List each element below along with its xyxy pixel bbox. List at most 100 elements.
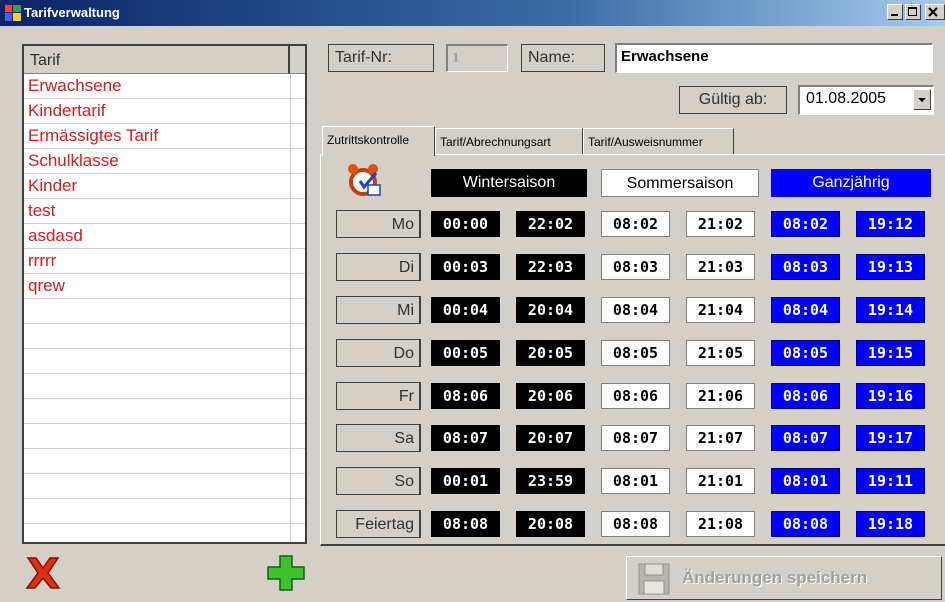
list-item[interactable]: Schulklasse (24, 149, 305, 174)
time-field-winter-from[interactable]: 08:06 (431, 383, 500, 409)
day-label: Mo (336, 210, 421, 238)
close-button[interactable] (925, 4, 945, 20)
time-field-summer-to[interactable]: 21:08 (686, 511, 755, 537)
tarif-nr-label: Tarif-Nr: (328, 44, 434, 72)
list-item-empty[interactable] (24, 499, 305, 524)
list-item[interactable]: Erwachsene (24, 74, 305, 99)
time-field-summer-to[interactable]: 21:04 (686, 297, 755, 323)
time-field-all-year-from[interactable]: 08:05 (771, 340, 840, 366)
time-field-all-year-from[interactable]: 08:08 (771, 511, 840, 537)
list-item-empty[interactable] (24, 399, 305, 424)
day-label: Sa (336, 424, 421, 452)
list-item-empty[interactable] (24, 374, 305, 399)
tab-tarif-ausweisnummer[interactable]: Tarif/Ausweisnummer (583, 128, 734, 154)
time-field-summer-to[interactable]: 21:03 (686, 254, 755, 280)
chevron-down-icon (918, 98, 926, 102)
time-field-all-year-from[interactable]: 08:01 (771, 468, 840, 494)
time-field-all-year-from[interactable]: 08:02 (771, 211, 840, 237)
tab-zutrittskontrolle[interactable]: Zutrittskontrolle (322, 126, 435, 156)
time-field-summer-from[interactable]: 08:02 (601, 211, 670, 237)
time-field-winter-to[interactable]: 20:07 (516, 425, 585, 451)
list-item-empty[interactable] (24, 474, 305, 499)
day-label: Mi (336, 296, 421, 324)
time-field-winter-from[interactable]: 00:04 (431, 297, 500, 323)
time-field-winter-from[interactable]: 08:07 (431, 425, 500, 451)
tarif-nr-field: 1 (446, 44, 508, 72)
time-field-summer-from[interactable]: 08:03 (601, 254, 670, 280)
window-title: Tarifverwaltung (24, 5, 120, 20)
list-item-empty[interactable] (24, 424, 305, 449)
time-field-summer-from[interactable]: 08:08 (601, 511, 670, 537)
maximize-button[interactable] (905, 4, 921, 20)
list-item-empty[interactable] (24, 299, 305, 324)
time-field-summer-from[interactable]: 08:04 (601, 297, 670, 323)
add-tarif-button[interactable] (265, 554, 307, 592)
app-icon (5, 5, 21, 21)
time-field-winter-from[interactable]: 00:00 (431, 211, 500, 237)
time-field-all-year-to[interactable]: 19:16 (856, 383, 925, 409)
time-field-summer-to[interactable]: 21:01 (686, 468, 755, 494)
gueltig-ab-label: Gültig ab: (679, 86, 787, 114)
time-field-winter-from[interactable]: 00:01 (431, 468, 500, 494)
list-column-divider (290, 74, 291, 542)
time-field-all-year-to[interactable]: 19:12 (856, 211, 925, 237)
time-field-winter-to[interactable]: 23:59 (516, 468, 585, 494)
tab-tarif-abrechnungsart[interactable]: Tarif/Abrechnungsart (435, 128, 583, 154)
list-item-empty[interactable] (24, 324, 305, 349)
close-icon (928, 7, 938, 17)
list-header-filler (290, 46, 305, 74)
time-field-winter-to[interactable]: 22:02 (516, 211, 585, 237)
date-dropdown-button[interactable] (913, 89, 931, 110)
time-field-summer-to[interactable]: 21:02 (686, 211, 755, 237)
time-field-summer-to[interactable]: 21:07 (686, 425, 755, 451)
time-field-summer-to[interactable]: 21:06 (686, 383, 755, 409)
time-field-summer-to[interactable]: 21:05 (686, 340, 755, 366)
time-field-winter-to[interactable]: 20:04 (516, 297, 585, 323)
time-field-winter-from[interactable]: 08:08 (431, 511, 500, 537)
time-field-all-year-from[interactable]: 08:03 (771, 254, 840, 280)
name-label: Name: (521, 44, 605, 72)
title-bar: Tarifverwaltung (0, 0, 945, 26)
time-field-all-year-from[interactable]: 08:07 (771, 425, 840, 451)
time-field-all-year-to[interactable]: 19:15 (856, 340, 925, 366)
minimize-button[interactable] (887, 4, 903, 20)
name-field[interactable]: Erwachsene (615, 43, 933, 73)
maximize-icon (908, 7, 917, 16)
list-item[interactable]: Kinder (24, 174, 305, 199)
list-item-empty[interactable] (24, 349, 305, 374)
time-field-winter-to[interactable]: 20:08 (516, 511, 585, 537)
time-field-all-year-to[interactable]: 19:18 (856, 511, 925, 537)
save-changes-button[interactable]: Änderungen speichern (626, 556, 942, 600)
time-field-all-year-from[interactable]: 08:06 (771, 383, 840, 409)
day-label: So (336, 467, 421, 495)
time-field-all-year-to[interactable]: 19:11 (856, 468, 925, 494)
time-field-winter-to[interactable]: 20:05 (516, 340, 585, 366)
floppy-disk-icon (638, 563, 670, 595)
delete-tarif-button[interactable] (22, 554, 64, 592)
time-field-all-year-to[interactable]: 19:14 (856, 297, 925, 323)
time-field-summer-from[interactable]: 08:06 (601, 383, 670, 409)
time-field-all-year-to[interactable]: 19:13 (856, 254, 925, 280)
list-item[interactable]: qrew (24, 274, 305, 299)
time-field-summer-from[interactable]: 08:05 (601, 340, 670, 366)
season-header-winter: Wintersaison (431, 169, 587, 197)
list-item[interactable]: test (24, 199, 305, 224)
list-item[interactable]: Ermässigtes Tarif (24, 124, 305, 149)
list-item[interactable]: asdasd (24, 224, 305, 249)
time-field-winter-from[interactable]: 00:03 (431, 254, 500, 280)
time-field-winter-to[interactable]: 20:06 (516, 383, 585, 409)
time-field-summer-from[interactable]: 08:07 (601, 425, 670, 451)
time-field-all-year-from[interactable]: 08:04 (771, 297, 840, 323)
list-item-empty[interactable] (24, 449, 305, 474)
list-item[interactable]: Kindertarif (24, 99, 305, 124)
time-field-summer-from[interactable]: 08:01 (601, 468, 670, 494)
tarif-list[interactable]: Tarif Erwachsene Kindertarif Ermässigtes T… (22, 44, 307, 544)
list-header-tarif[interactable]: Tarif (24, 46, 290, 74)
list-item[interactable]: rrrrr (24, 249, 305, 274)
gueltig-ab-datepicker[interactable]: 01.08.2005 (798, 85, 934, 115)
time-field-all-year-to[interactable]: 19:17 (856, 425, 925, 451)
alarm-clock-icon (348, 164, 381, 196)
day-label: Do (336, 339, 421, 367)
time-field-winter-from[interactable]: 00:05 (431, 340, 500, 366)
time-field-winter-to[interactable]: 22:03 (516, 254, 585, 280)
